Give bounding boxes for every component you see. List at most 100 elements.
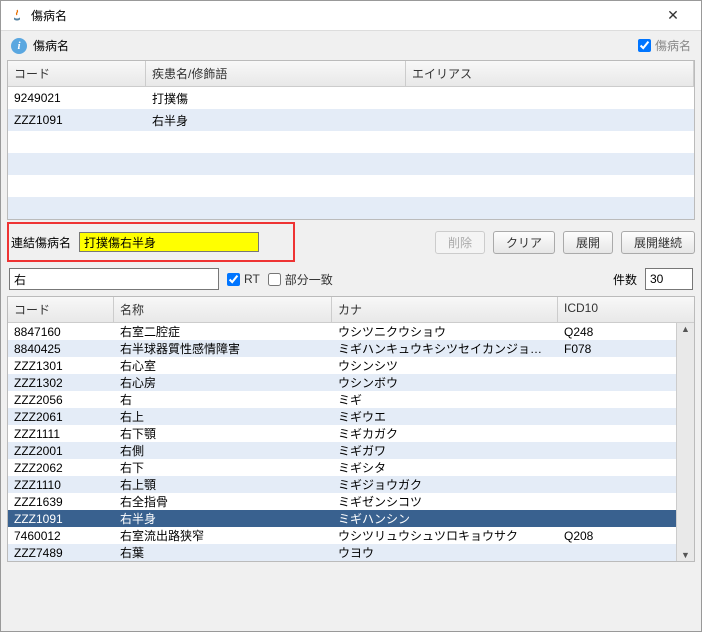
expand-button[interactable]: 展開	[563, 231, 613, 254]
cell-name: 右全指骨	[114, 493, 332, 510]
clear-button[interactable]: クリア	[493, 231, 555, 254]
cell-name: 打撲傷	[146, 90, 406, 107]
cell-kana: ミギ	[332, 391, 558, 408]
partial-label: 部分一致	[285, 271, 333, 288]
cell-code: ZZZ1301	[8, 359, 114, 373]
page-title: 傷病名	[33, 37, 69, 54]
header-checkbox-label: 傷病名	[655, 37, 691, 54]
col-alias[interactable]: エイリアス	[406, 61, 694, 86]
table-row[interactable]: ZZZ1301右心室ウシンシツ	[8, 357, 676, 374]
bcol-code[interactable]: コード	[8, 297, 114, 322]
cell-name: 右半身	[114, 510, 332, 527]
cell-kana: ウシツリュウシュツロキョウサク	[332, 527, 558, 544]
cell-name: 右下顎	[114, 425, 332, 442]
cell-code: ZZZ7489	[8, 546, 114, 560]
rt-checkbox-input[interactable]	[227, 273, 240, 286]
cell-kana: ミギシタ	[332, 459, 558, 476]
table-row[interactable]: 9249021打撲傷	[8, 87, 694, 109]
cell-kana: ミギウエ	[332, 408, 558, 425]
window-title: 傷病名	[31, 7, 653, 24]
titlebar: 傷病名 ✕	[1, 1, 701, 31]
header-checkbox[interactable]: 傷病名	[638, 37, 691, 54]
cell-code: ZZZ1091	[8, 113, 146, 127]
cell-code: 8847160	[8, 325, 114, 339]
bcol-icd[interactable]: ICD10	[558, 297, 676, 322]
top-grid: コード 疾患名/修飾語 エイリアス 9249021打撲傷ZZZ1091右半身	[7, 60, 695, 220]
col-code[interactable]: コード	[8, 61, 146, 86]
table-row[interactable]: ZZZ2061右上ミギウエ	[8, 408, 676, 425]
info-icon: i	[11, 38, 27, 54]
cell-code: ZZZ1302	[8, 376, 114, 390]
delete-button[interactable]: 削除	[435, 231, 485, 254]
linked-name-input[interactable]	[79, 232, 259, 252]
table-row[interactable]: ZZZ2056右ミギ	[8, 391, 676, 408]
cell-name: 右	[114, 391, 332, 408]
table-row[interactable]: 8840425右半球器質性感情障害ミギハンキュウキシツセイカンジョウシ...F0…	[8, 340, 676, 357]
search-row: RT 部分一致 件数	[9, 268, 693, 290]
table-row[interactable]: ZZZ7489右葉ウヨウ	[8, 544, 676, 561]
linked-label: 連結傷病名	[11, 234, 71, 251]
scroll-down-icon[interactable]: ▼	[681, 549, 690, 561]
table-row[interactable]	[8, 153, 694, 175]
cell-code: ZZZ2062	[8, 461, 114, 475]
table-row[interactable]: ZZZ2001右側ミギガワ	[8, 442, 676, 459]
partial-checkbox-input[interactable]	[268, 273, 281, 286]
table-row[interactable]: ZZZ1091右半身ミギハンシン	[8, 510, 676, 527]
table-row[interactable]: ZZZ1639右全指骨ミギゼンシコツ	[8, 493, 676, 510]
cell-name: 右下	[114, 459, 332, 476]
cell-name: 右心房	[114, 374, 332, 391]
cell-kana: ミギガワ	[332, 442, 558, 459]
cell-kana: ミギジョウガク	[332, 476, 558, 493]
cell-kana: ウシンシツ	[332, 357, 558, 374]
scrollbar[interactable]: ▲ ▼	[676, 323, 694, 561]
table-row[interactable]: 7460012右室流出路狭窄ウシツリュウシュツロキョウサクQ208	[8, 527, 676, 544]
col-name[interactable]: 疾患名/修飾語	[146, 61, 406, 86]
cell-icd: Q208	[558, 529, 676, 543]
cell-kana: ウヨウ	[332, 544, 558, 561]
count-label: 件数	[613, 271, 637, 288]
cell-code: ZZZ1110	[8, 478, 114, 492]
bottom-grid: コード 名称 カナ ICD10 8847160右室二腔症ウシツニクウショウQ24…	[7, 296, 695, 562]
bcol-kana[interactable]: カナ	[332, 297, 558, 322]
table-row[interactable]: 8847160右室二腔症ウシツニクウショウQ248	[8, 323, 676, 340]
table-row[interactable]: ZZZ1091右半身	[8, 109, 694, 131]
table-row[interactable]: ZZZ1111右下顎ミギカガク	[8, 425, 676, 442]
table-row[interactable]: ZZZ2062右下ミギシタ	[8, 459, 676, 476]
bcol-name[interactable]: 名称	[114, 297, 332, 322]
table-row[interactable]	[8, 197, 694, 219]
cell-name: 右半身	[146, 112, 406, 129]
java-icon	[9, 8, 25, 24]
mid-panel: 連結傷病名 削除 クリア 展開 展開継続	[7, 230, 695, 254]
app-window: 傷病名 ✕ i 傷病名 傷病名 コード 疾患名/修飾語 エイリアス 924902…	[0, 0, 702, 632]
expand-continue-button[interactable]: 展開継続	[621, 231, 695, 254]
cell-name: 右室二腔症	[114, 323, 332, 340]
cell-code: 8840425	[8, 342, 114, 356]
cell-icd: Q248	[558, 325, 676, 339]
table-row[interactable]	[8, 131, 694, 153]
search-input[interactable]	[9, 268, 219, 290]
header-checkbox-input[interactable]	[638, 39, 651, 52]
rt-checkbox[interactable]: RT	[227, 272, 260, 286]
table-row[interactable]: ZZZ1110右上顎ミギジョウガク	[8, 476, 676, 493]
close-button[interactable]: ✕	[653, 7, 693, 24]
partial-checkbox[interactable]: 部分一致	[268, 271, 333, 288]
cell-name: 右葉	[114, 544, 332, 561]
cell-name: 右側	[114, 442, 332, 459]
table-row[interactable]	[8, 175, 694, 197]
cell-kana: ミギハンシン	[332, 510, 558, 527]
count-input[interactable]	[645, 268, 693, 290]
page-header: i 傷病名 傷病名	[1, 31, 701, 60]
cell-name: 右上	[114, 408, 332, 425]
cell-kana: ウシンボウ	[332, 374, 558, 391]
cell-name: 右室流出路狭窄	[114, 527, 332, 544]
cell-code: ZZZ2001	[8, 444, 114, 458]
cell-kana: ミギカガク	[332, 425, 558, 442]
table-row[interactable]: ZZZ1302右心房ウシンボウ	[8, 374, 676, 391]
cell-code: 9249021	[8, 91, 146, 105]
cell-code: 7460012	[8, 529, 114, 543]
bottom-grid-header: コード 名称 カナ ICD10	[8, 297, 694, 323]
rt-label: RT	[244, 272, 260, 286]
cell-code: ZZZ1639	[8, 495, 114, 509]
scroll-up-icon[interactable]: ▲	[681, 323, 690, 335]
cell-name: 右上顎	[114, 476, 332, 493]
